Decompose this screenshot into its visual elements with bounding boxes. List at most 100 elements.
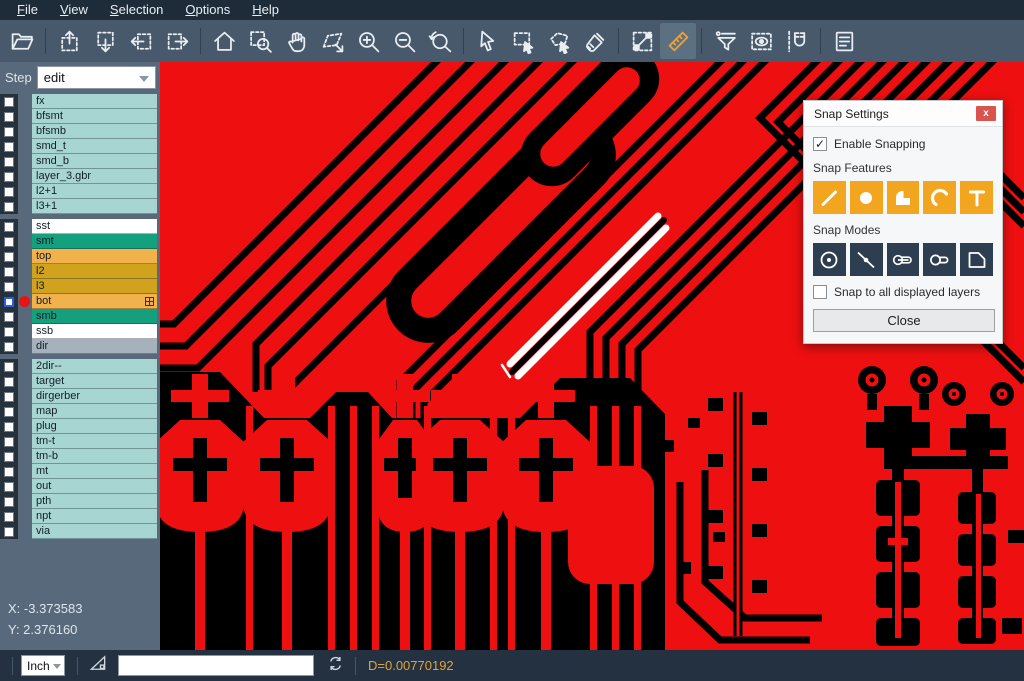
layer-visibility-checkbox[interactable] [4,327,14,337]
layer-visibility-checkbox[interactable] [4,127,14,137]
units-select[interactable]: Inch [21,655,65,676]
center-snap-button[interactable] [813,243,846,276]
layer-name-cell[interactable]: ssb [32,324,157,339]
layer-visibility-checkbox[interactable] [4,172,14,182]
command-input[interactable] [118,655,314,676]
zoom-polygon-button[interactable] [314,23,350,59]
report-button[interactable] [826,23,862,59]
snap-magnet-button[interactable] [779,23,815,59]
layer-visibility-checkbox[interactable] [4,312,14,322]
toggle-visibility-button[interactable] [743,23,779,59]
layer-name-cell[interactable]: via [32,524,157,539]
layer-visibility-checkbox[interactable] [4,112,14,122]
layer-visibility-checkbox[interactable] [4,362,14,372]
layer-visibility-checkbox[interactable] [4,452,14,462]
pan-right-button[interactable] [159,23,195,59]
layer-name-cell[interactable]: plug [32,419,157,434]
pad-button[interactable] [850,181,883,214]
layer-name-cell[interactable]: l2+1 [32,184,157,199]
zoom-in-button[interactable] [350,23,386,59]
select-cursor-button[interactable] [469,23,505,59]
menu-selection[interactable]: Selection [99,0,174,20]
layer-name-cell[interactable]: bfsmb [32,124,157,139]
layer-name-cell[interactable]: l2 [32,264,157,279]
close-icon[interactable]: x [976,106,996,121]
layer-name-cell[interactable]: target [32,374,157,389]
select-rectangle-button[interactable] [505,23,541,59]
layer-name-cell[interactable]: 2dir-- [32,359,157,374]
corner-snap-button[interactable] [960,243,993,276]
zoom-area-button[interactable] [242,23,278,59]
layer-name-cell[interactable]: tm-t [32,434,157,449]
surface-button[interactable] [887,181,920,214]
layer-name-cell[interactable]: smb [32,309,157,324]
layer-name-cell[interactable]: smt [32,234,157,249]
layer-name-cell[interactable]: l3 [32,279,157,294]
layer-name-cell[interactable]: l3+1 [32,199,157,214]
close-button[interactable]: Close [813,309,995,332]
layer-name-cell[interactable]: fx [32,94,157,109]
zoom-out-button[interactable] [386,23,422,59]
pan-up-button[interactable] [51,23,87,59]
layer-visibility-checkbox[interactable] [4,377,14,387]
layer-visibility-checkbox[interactable] [4,237,14,247]
arc-button[interactable] [923,181,956,214]
layer-name-cell[interactable]: pth [32,494,157,509]
layer-name-cell[interactable]: dirgerber [32,389,157,404]
layer-visibility-checkbox[interactable] [4,282,14,292]
angle-measure-icon[interactable] [88,653,108,678]
pan-left-button[interactable] [123,23,159,59]
layer-visibility-checkbox[interactable] [4,222,14,232]
layer-name-cell[interactable]: bfsmt [32,109,157,124]
enable-snapping-checkbox[interactable]: ✓ [813,137,827,151]
layer-visibility-checkbox[interactable] [4,482,14,492]
measure-line-button[interactable] [624,23,660,59]
layer-visibility-checkbox[interactable] [4,422,14,432]
layer-name-cell[interactable]: map [32,404,157,419]
dialog-title-bar[interactable]: Snap Settings x [804,101,1002,127]
layer-visibility-checkbox[interactable] [4,157,14,167]
zoom-previous-button[interactable] [422,23,458,59]
layer-visibility-checkbox[interactable] [4,497,14,507]
pan-hand-button[interactable] [278,23,314,59]
clear-brush-button[interactable] [577,23,613,59]
layer-name-cell[interactable]: mt [32,464,157,479]
layer-name-cell[interactable]: sst [32,219,157,234]
layer-visibility-checkbox[interactable] [4,437,14,447]
layer-name-cell[interactable]: bot [32,294,157,309]
layer-visibility-checkbox[interactable] [4,467,14,477]
layer-visibility-checkbox[interactable] [4,252,14,262]
layer-name-cell[interactable]: tm-b [32,449,157,464]
menu-view[interactable]: View [49,0,99,20]
open-folder-button[interactable] [4,23,40,59]
layer-name-cell[interactable]: npt [32,509,157,524]
layer-visibility-checkbox[interactable] [4,97,14,107]
ruler-button[interactable] [660,23,696,59]
step-select[interactable]: edit [37,66,156,89]
layer-visibility-checkbox[interactable] [4,267,14,277]
layer-visibility-checkbox[interactable] [4,142,14,152]
line-button[interactable] [813,181,846,214]
layer-name-cell[interactable]: smd_b [32,154,157,169]
menu-file[interactable]: File [6,0,49,20]
menu-help[interactable]: Help [241,0,290,20]
text-button[interactable] [960,181,993,214]
home-button[interactable] [206,23,242,59]
pad-centerline-snap-button[interactable] [887,243,920,276]
pan-down-button[interactable] [87,23,123,59]
layer-visibility-checkbox[interactable] [4,187,14,197]
layer-name-cell[interactable]: top [32,249,157,264]
layer-visibility-checkbox[interactable] [4,512,14,522]
layer-name-cell[interactable]: out [32,479,157,494]
layer-visibility-checkbox[interactable] [4,202,14,212]
midpoint-snap-button[interactable] [850,243,883,276]
layer-name-cell[interactable]: smd_t [32,139,157,154]
layer-name-cell[interactable]: layer_3.gbr [32,169,157,184]
sync-icon[interactable] [326,654,345,678]
layer-visibility-checkbox[interactable] [4,297,14,307]
layer-name-cell[interactable]: dir [32,339,157,354]
pad-outline-snap-button[interactable] [923,243,956,276]
layer-visibility-checkbox[interactable] [4,342,14,352]
layer-visibility-checkbox[interactable] [4,407,14,417]
filter-button[interactable] [707,23,743,59]
